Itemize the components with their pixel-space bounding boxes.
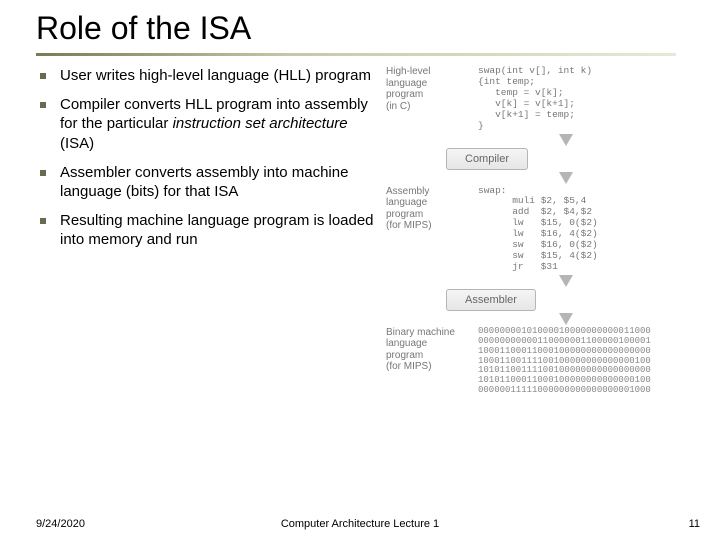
bullet-list: User writes high-level language (HLL) pr… xyxy=(36,66,376,398)
compilation-diagram: High-level language program (in C) swap(… xyxy=(386,66,706,398)
bin-stage: Binary machine language program (for MIP… xyxy=(386,327,706,396)
slide-title: Role of the ISA xyxy=(36,10,720,47)
bullet-item: Compiler converts HLL program into assem… xyxy=(36,95,376,153)
bullet-item: Resulting machine language program is lo… xyxy=(36,211,376,249)
assembler-box: Assembler xyxy=(446,289,536,311)
bullet-item: User writes high-level language (HLL) pr… xyxy=(36,66,376,85)
asm-code: swap: muli $2, $5,4 add $2, $4,$2 lw $15… xyxy=(478,186,598,273)
bullet-text: User writes high-level language (HLL) pr… xyxy=(60,67,371,84)
bullet-text: (ISA) xyxy=(60,135,94,152)
asm-label: Assembly language program (for MIPS) xyxy=(386,186,468,232)
bin-label: Binary machine language program (for MIP… xyxy=(386,327,468,373)
footer-title: Computer Architecture Lecture 1 xyxy=(0,518,720,530)
asm-stage: Assembly language program (for MIPS) swa… xyxy=(386,186,706,273)
bullet-text: Resulting machine language program is lo… xyxy=(60,212,374,248)
hll-stage: High-level language program (in C) swap(… xyxy=(386,66,706,132)
bullet-item: Assembler converts assembly into machine… xyxy=(36,163,376,201)
arrow-down-icon xyxy=(559,172,573,184)
bullet-text: Assembler converts assembly into machine… xyxy=(60,164,348,200)
compiler-box: Compiler xyxy=(446,148,528,170)
slide-footer: 9/24/2020 Computer Architecture Lecture … xyxy=(0,518,720,530)
footer-date: 9/24/2020 xyxy=(36,518,85,530)
arrow-down-icon xyxy=(559,134,573,146)
slide-number: 11 xyxy=(689,518,700,530)
arrow-down-icon xyxy=(559,313,573,325)
bin-code: 00000000101000010000000000011000 0000000… xyxy=(478,327,651,396)
bullet-italic: instruction set architecture xyxy=(173,115,348,132)
arrow-down-icon xyxy=(559,275,573,287)
hll-label: High-level language program (in C) xyxy=(386,66,468,112)
content-area: User writes high-level language (HLL) pr… xyxy=(0,56,720,398)
hll-code: swap(int v[], int k) {int temp; temp = v… xyxy=(478,66,592,132)
